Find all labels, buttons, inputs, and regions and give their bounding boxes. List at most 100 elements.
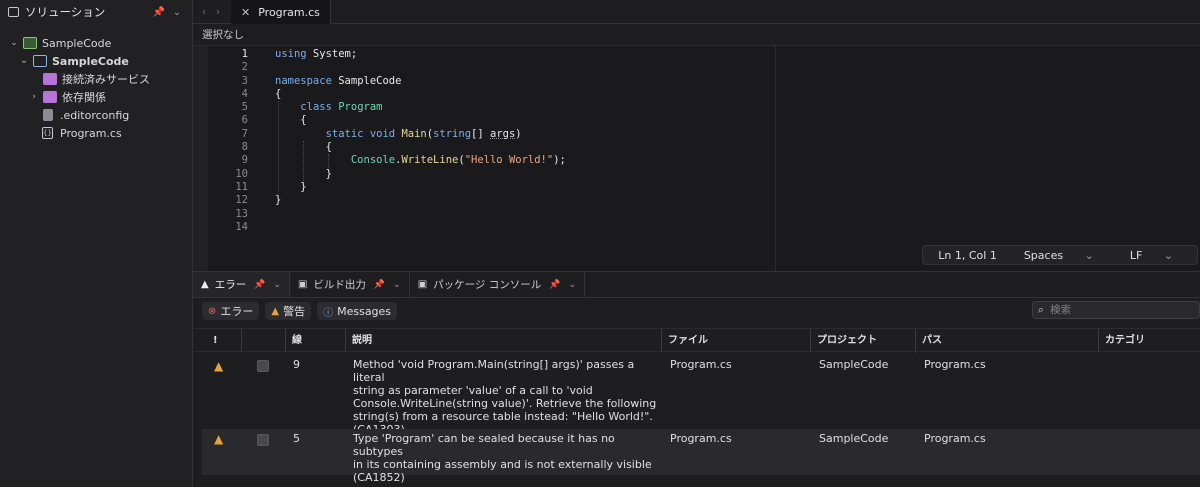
- warning-icon: ▲: [271, 305, 280, 317]
- solution-pad-header: ソリューション 📌 ⌄: [0, 0, 192, 24]
- col-file[interactable]: ファイル: [661, 329, 708, 353]
- folder-icon: [43, 73, 57, 85]
- info-icon: ⓘ: [323, 307, 334, 319]
- col-project[interactable]: プロジェクト: [810, 329, 877, 353]
- tree-item-label: SampleCode: [52, 54, 129, 68]
- table-row[interactable]: ▲ 9 Method 'void Program.Main(string[] a…: [202, 352, 1200, 436]
- chevron-down-icon[interactable]: ⌄: [18, 56, 30, 66]
- pin-icon[interactable]: 📌: [254, 280, 265, 290]
- row-line: 9: [293, 358, 300, 371]
- eol-selector[interactable]: LF ⌄: [1121, 249, 1182, 262]
- pin-icon[interactable]: 📌: [374, 280, 385, 290]
- row-description: Method 'void Program.Main(string[] args)…: [353, 358, 663, 436]
- tree-item-program-cs[interactable]: {} Program.cs: [0, 124, 192, 142]
- tree-item-editorconfig[interactable]: .editorconfig: [0, 106, 192, 124]
- csharp-file-icon: {}: [42, 127, 53, 139]
- line-number: 3: [241, 74, 248, 87]
- col-flag[interactable]: !: [207, 329, 218, 353]
- code-line: {: [275, 141, 332, 154]
- description-line: string as parameter 'value' of a call to…: [353, 384, 593, 397]
- editor-split-divider: [775, 46, 776, 271]
- solution-icon: [23, 37, 37, 49]
- col-line[interactable]: 線: [285, 329, 302, 353]
- row-file: Program.cs: [670, 432, 732, 445]
- chevron-down-icon[interactable]: ⌄: [569, 280, 577, 290]
- tree-item-project[interactable]: ⌄ SampleCode: [0, 52, 192, 70]
- row-project: SampleCode: [819, 432, 889, 445]
- solution-tree: ⌄ SampleCode ⌄ SampleCode 接続済みサービス › 依存関…: [0, 34, 192, 142]
- forward-icon[interactable]: ›: [211, 0, 225, 23]
- code-line: {: [275, 87, 282, 100]
- breadcrumb[interactable]: 選択なし: [193, 24, 1200, 46]
- errors-table-header: ! 線 説明 ファイル プロジェクト パス カテゴリ: [193, 328, 1200, 353]
- row-description: Type 'Program' can be sealed because it …: [353, 432, 663, 484]
- row-path: Program.cs: [924, 432, 986, 445]
- search-field[interactable]: ⌕: [1032, 301, 1200, 319]
- col-description[interactable]: 説明: [345, 329, 372, 353]
- file-icon: [43, 109, 53, 121]
- pad-tab-bar: ▲ エラー 📌 ⌄ ▣ ビルド出力 📌 ⌄ ▣ パッケージ コンソール 📌 ⌄: [193, 272, 1200, 298]
- gutter-margin: [193, 46, 208, 271]
- sidebar-panel-icon: [8, 7, 19, 17]
- line-number: 10: [235, 167, 248, 180]
- indent-selector[interactable]: Spaces ⌄: [1015, 249, 1103, 262]
- line-number: 14: [235, 220, 248, 233]
- tree-item-connected-services[interactable]: 接続済みサービス: [0, 70, 192, 88]
- chevron-down-icon[interactable]: ⌄: [170, 7, 184, 18]
- tree-item-label: .editorconfig: [60, 108, 130, 122]
- search-icon: ⌕: [1038, 303, 1045, 316]
- indent-label: Spaces: [1023, 248, 1064, 262]
- row-checkbox[interactable]: [257, 360, 269, 372]
- tab-program-cs[interactable]: ✕ Program.cs: [231, 0, 331, 24]
- code-line: class Program: [300, 101, 383, 114]
- line-number: 8: [241, 141, 248, 154]
- description-line: Method 'void Program.Main(string[] args)…: [353, 358, 635, 384]
- warning-icon: ▲: [201, 279, 209, 290]
- eol-label: LF: [1129, 248, 1143, 262]
- code-text[interactable]: using System; namespace SampleCode { cla…: [275, 48, 566, 234]
- errors-filter-button[interactable]: ⊗ エラー: [202, 302, 260, 320]
- tab-label: エラー: [214, 279, 247, 291]
- code-line: namespace SampleCode: [275, 74, 402, 87]
- back-icon[interactable]: ‹: [197, 0, 211, 23]
- col-checkbox[interactable]: [241, 329, 248, 353]
- solution-sidebar: ソリューション 📌 ⌄ ⌄ SampleCode ⌄ SampleCode 接続…: [0, 0, 193, 487]
- tree-item-solution[interactable]: ⌄ SampleCode: [0, 34, 192, 52]
- tab-build-output[interactable]: ▣ ビルド出力 📌 ⌄: [290, 272, 410, 297]
- warnings-filter-button[interactable]: ▲ 警告: [265, 302, 312, 320]
- tab-errors[interactable]: ▲ エラー 📌 ⌄: [193, 272, 290, 297]
- line-number: 2: [241, 61, 248, 74]
- pin-icon[interactable]: 📌: [549, 280, 560, 290]
- row-checkbox[interactable]: [257, 434, 269, 446]
- chevron-right-icon[interactable]: ›: [28, 92, 40, 102]
- pin-icon[interactable]: 📌: [152, 7, 166, 18]
- filter-label: エラー: [220, 305, 254, 318]
- search-input[interactable]: [1050, 304, 1181, 316]
- console-icon: ▣: [417, 279, 428, 290]
- code-editor[interactable]: 1 2 3 4 5 6 7 8 9 10 11 12 13 14 using S…: [193, 46, 1200, 271]
- code-line: }: [275, 180, 307, 193]
- close-icon[interactable]: ✕: [241, 6, 250, 19]
- error-icon: ⊗: [208, 305, 217, 317]
- line-number: 5: [241, 101, 248, 114]
- line-number: 12: [235, 194, 248, 207]
- line-number: 6: [241, 114, 248, 127]
- table-row[interactable]: ▲ 5 Type 'Program' can be sealed because…: [202, 429, 1200, 484]
- col-path[interactable]: パス: [915, 329, 942, 353]
- messages-filter-button[interactable]: ⓘ Messages: [317, 302, 398, 320]
- chevron-down-icon: ⌄: [1084, 248, 1094, 262]
- editor-status-bar: Ln 1, Col 1 Spaces ⌄ LF ⌄: [922, 245, 1198, 265]
- tab-package-console[interactable]: ▣ パッケージ コンソール 📌 ⌄: [410, 272, 586, 297]
- filter-label: Messages: [337, 304, 392, 318]
- tree-item-dependencies[interactable]: › 依存関係: [0, 88, 192, 106]
- line-number: 9: [241, 154, 248, 167]
- chevron-down-icon[interactable]: ⌄: [273, 280, 281, 290]
- chevron-down-icon[interactable]: ⌄: [8, 38, 20, 48]
- description-line: Console.WriteLine(string value)'. Retrie…: [353, 397, 657, 410]
- line-numbers: 1 2 3 4 5 6 7 8 9 10 11 12 13 14: [208, 48, 248, 234]
- chevron-down-icon: ⌄: [1163, 248, 1173, 262]
- chevron-down-icon[interactable]: ⌄: [393, 280, 401, 290]
- col-category[interactable]: カテゴリ: [1098, 329, 1145, 353]
- cursor-position[interactable]: Ln 1, Col 1: [938, 249, 997, 262]
